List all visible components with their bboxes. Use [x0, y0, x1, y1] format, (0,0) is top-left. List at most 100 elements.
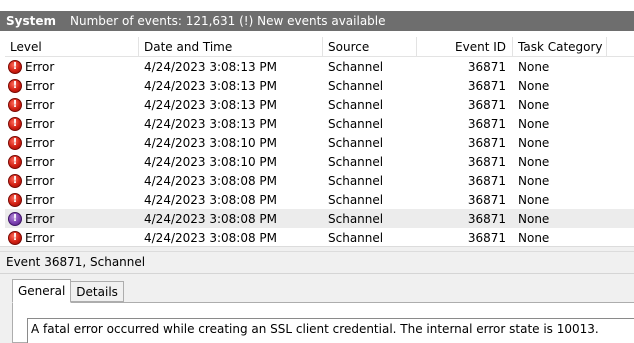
error-icon: ! [8, 154, 22, 169]
task-category-cell: None [518, 192, 550, 207]
date-cell: 4/24/2023 3:08:08 PM [144, 211, 278, 226]
error-icon: ! [8, 78, 22, 93]
level-text: Error [25, 59, 55, 74]
column-header: Level Date and Time Source Event ID Task… [5, 37, 634, 57]
event-row[interactable]: ! Error 4/24/2023 3:08:13 PM Schannel 36871 N… [5, 57, 634, 76]
error-icon: ! [8, 97, 22, 112]
task-category-cell: None [518, 78, 550, 93]
event-row[interactable]: ! Error 4/24/2023 3:08:10 PM Schannel 36871 N… [5, 133, 634, 152]
event-id-cell: 36871 [467, 135, 506, 150]
level-cell: ! Error [5, 152, 139, 171]
task-category-cell: None [518, 135, 550, 150]
log-title-bar: System Number of events: 121,631 (!) New… [0, 0, 634, 32]
date-cell: 4/24/2023 3:08:13 PM [144, 97, 278, 112]
date-cell: 4/24/2023 3:08:08 PM [144, 173, 278, 188]
level-cell: ! Error [5, 209, 139, 228]
level-text: Error [25, 116, 55, 131]
date-cell: 4/24/2023 3:08:10 PM [144, 154, 278, 169]
level-text: Error [25, 154, 55, 169]
column-filler [607, 37, 634, 57]
column-source[interactable]: Source [323, 37, 417, 57]
event-row[interactable]: ! Error 4/24/2023 3:08:08 PM Schannel 36871 N… [5, 171, 634, 190]
error-icon: ! [8, 59, 22, 74]
event-id-cell: 36871 [467, 192, 506, 207]
event-row[interactable]: ! Error 4/24/2023 3:08:08 PM Schannel 36871 N… [5, 209, 634, 228]
date-cell: 4/24/2023 3:08:13 PM [144, 59, 278, 74]
event-id-cell: 36871 [467, 211, 506, 226]
event-id-cell: 36871 [467, 154, 506, 169]
source-cell: Schannel [328, 97, 384, 112]
task-category-cell: None [518, 116, 550, 131]
level-cell: ! Error [5, 171, 139, 190]
event-id-cell: 36871 [467, 173, 506, 188]
date-cell: 4/24/2023 3:08:13 PM [144, 116, 278, 131]
event-count-info: Number of events: 121,631 (!) New events… [70, 14, 386, 28]
level-text: Error [25, 97, 55, 112]
level-cell: ! Error [5, 57, 139, 76]
details-tabs: General Details [12, 279, 124, 303]
task-category-cell: None [518, 97, 550, 112]
source-cell: Schannel [328, 211, 384, 226]
event-row[interactable]: ! Error 4/24/2023 3:08:08 PM Schannel 36871 N… [5, 190, 634, 209]
event-id-cell: 36871 [467, 230, 506, 245]
level-text: Error [25, 173, 55, 188]
general-tab-panel: A fatal error occurred while creating an… [12, 302, 634, 343]
task-category-cell: None [518, 173, 550, 188]
top-spacer [0, 0, 634, 11]
event-rows: ! Error 4/24/2023 3:08:13 PM Schannel 36871 N… [5, 57, 634, 246]
source-cell: Schannel [328, 135, 384, 150]
level-text: Error [25, 78, 55, 93]
source-cell: Schannel [328, 116, 384, 131]
task-category-cell: None [518, 59, 550, 74]
event-row[interactable]: ! Error 4/24/2023 3:08:10 PM Schannel 36871 N… [5, 152, 634, 171]
error-icon: ! [8, 230, 22, 245]
level-cell: ! Error [5, 133, 139, 152]
level-text: Error [25, 192, 55, 207]
event-viewer: System Number of events: 121,631 (!) New… [0, 0, 634, 343]
level-cell: ! Error [5, 114, 139, 133]
level-text: Error [25, 135, 55, 150]
event-id-cell: 36871 [467, 116, 506, 131]
error-icon: ! [8, 173, 22, 188]
source-cell: Schannel [328, 154, 384, 169]
source-cell: Schannel [328, 173, 384, 188]
tab-details[interactable]: Details [70, 281, 124, 302]
column-task-category[interactable]: Task Category [513, 37, 607, 57]
event-row[interactable]: ! Error 4/24/2023 3:08:13 PM Schannel 36871 N… [5, 76, 634, 95]
event-details-title: Event 36871, Schannel [6, 255, 146, 269]
date-cell: 4/24/2023 3:08:13 PM [144, 78, 278, 93]
source-cell: Schannel [328, 230, 384, 245]
event-row[interactable]: ! Error 4/24/2023 3:08:13 PM Schannel 36871 N… [5, 95, 634, 114]
log-header-strip: System Number of events: 121,631 (!) New… [0, 11, 634, 31]
level-cell: ! Error [5, 95, 139, 114]
tab-general[interactable]: General [12, 279, 72, 303]
column-event-id[interactable]: Event ID [417, 37, 513, 57]
column-level[interactable]: Level [5, 37, 139, 57]
details-divider [0, 273, 634, 274]
event-row[interactable]: ! Error 4/24/2023 3:08:13 PM Schannel 36871 N… [5, 114, 634, 133]
error-icon: ! [8, 135, 22, 150]
event-message[interactable]: A fatal error occurred while creating an… [27, 318, 634, 343]
error-icon: ! [8, 192, 22, 207]
date-cell: 4/24/2023 3:08:08 PM [144, 192, 278, 207]
events-list[interactable]: Level Date and Time Source Event ID Task… [0, 37, 634, 246]
task-category-cell: None [518, 230, 550, 245]
source-cell: Schannel [328, 78, 384, 93]
task-category-cell: None [518, 154, 550, 169]
date-cell: 4/24/2023 3:08:08 PM [144, 230, 278, 245]
event-id-cell: 36871 [467, 78, 506, 93]
event-details-pane: Event 36871, Schannel General Details A … [0, 252, 634, 343]
level-cell: ! Error [5, 228, 139, 246]
task-category-cell: None [518, 211, 550, 226]
event-id-cell: 36871 [467, 59, 506, 74]
event-row[interactable]: ! Error 4/24/2023 3:08:08 PM Schannel 36871 N… [5, 228, 634, 246]
column-date[interactable]: Date and Time [139, 37, 323, 57]
level-cell: ! Error [5, 76, 139, 95]
event-id-cell: 36871 [467, 97, 506, 112]
log-name: System [6, 14, 56, 28]
level-text: Error [25, 211, 55, 226]
date-cell: 4/24/2023 3:08:10 PM [144, 135, 278, 150]
source-cell: Schannel [328, 192, 384, 207]
error-icon: ! [8, 211, 22, 226]
error-icon: ! [8, 116, 22, 131]
